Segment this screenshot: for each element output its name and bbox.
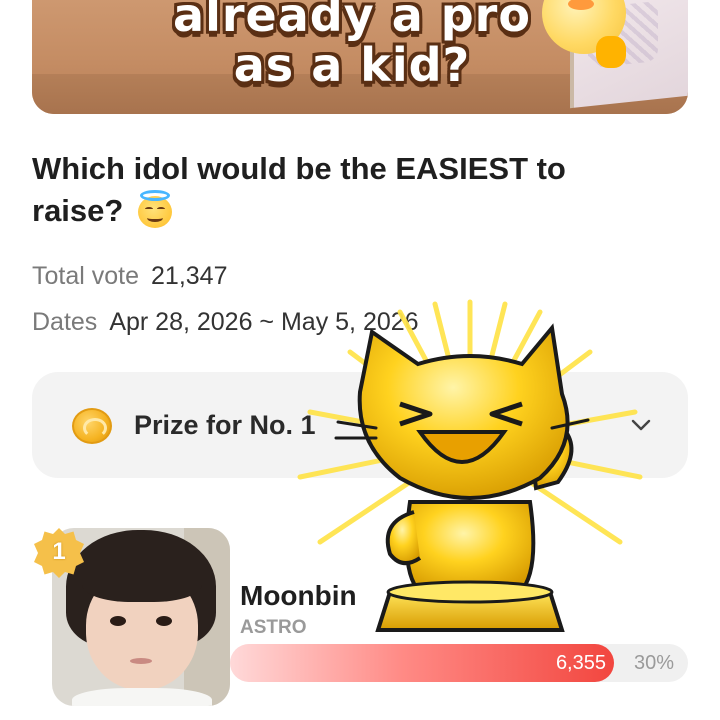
coin-icon [72,408,112,444]
rank-number: 1 [52,538,66,565]
vote-count: 6,355 [555,652,606,674]
banner-title-line1: already a pro [173,0,531,42]
smiling-face-with-halo-icon [136,190,174,228]
dates-label: Dates [32,308,98,336]
vote-progress-bar: 6,355 30% [230,644,688,682]
chevron-down-icon[interactable] [626,410,656,440]
dates-value: Apr 28, 2026 ~ May 5, 2026 [109,308,419,336]
vote-percent: 30% [633,652,674,674]
poll-question-text: Which idol would be the EASIEST to raise… [32,151,566,228]
total-vote-label: Total vote [32,262,140,290]
total-vote-value: 21,347 [151,262,228,290]
promo-banner[interactable]: already a pro as a kid? [32,0,688,114]
candidate-name: Moonbin [240,580,357,611]
poll-question: Which idol would be the EASIEST to raise… [32,148,652,232]
candidate-card[interactable]: 1 Moonbin ASTRO 6,355 30% [32,520,688,710]
prize-label: Prize for No. 1 [134,410,316,440]
candidate-group: ASTRO [240,617,307,638]
rank-badge: 1 [34,528,84,578]
prize-dropdown[interactable]: Prize for No. 1 [32,372,688,478]
banner-title-line2: as a kid? [233,38,471,92]
total-vote-row: Total vote 21,347 [32,262,227,291]
dates-row: Dates Apr 28, 2026 ~ May 5, 2026 [32,308,419,337]
